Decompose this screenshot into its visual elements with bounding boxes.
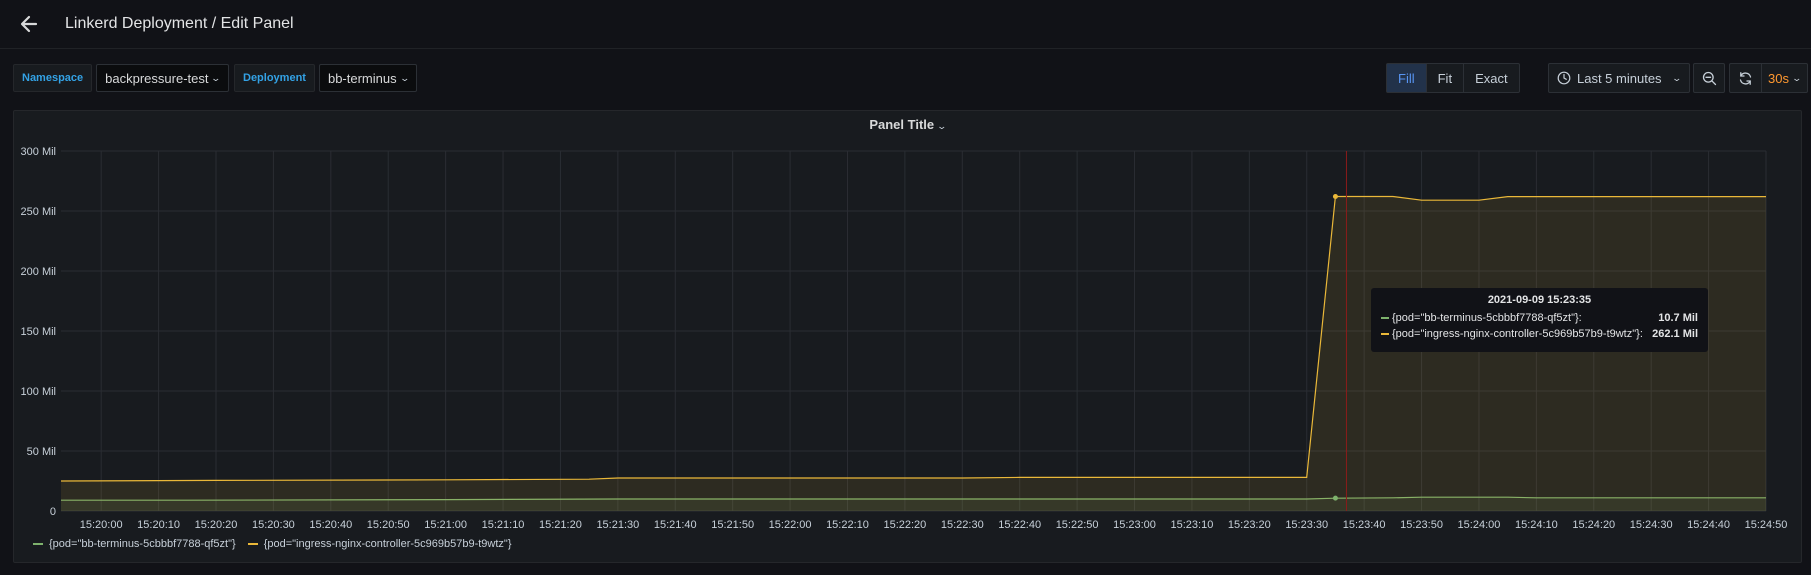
tooltip-series-name: {pod="ingress-nginx-controller-5c969b57b… — [1392, 328, 1643, 340]
tooltip-series-value: 10.7 Mil — [1658, 312, 1698, 324]
x-tick-label: 15:21:20 — [539, 519, 582, 531]
y-tick-label: 300 Mil — [21, 146, 56, 158]
hover-point — [1332, 495, 1338, 501]
x-tick-label: 15:22:30 — [941, 519, 984, 531]
tooltip-time: 2021-09-09 15:23:35 — [1487, 294, 1592, 306]
series-color-swatch — [247, 543, 258, 545]
y-tick-label: 0 — [50, 506, 56, 518]
series-color-swatch — [33, 543, 43, 545]
y-tick-label: 50 Mil — [27, 446, 56, 458]
legend-label: {pod="ingress-nginx-controller-5c969b57b… — [263, 538, 512, 550]
x-tick-label: 15:20:40 — [309, 519, 352, 531]
x-tick-label: 15:22:50 — [1056, 519, 1099, 531]
hover-point — [1332, 193, 1338, 199]
x-tick-label: 15:20:20 — [195, 519, 238, 531]
tooltip-row: {pod="ingress-nginx-controller-5c969b57b… — [1381, 326, 1698, 342]
series-area — [61, 196, 1766, 512]
x-tick-label: 15:21:00 — [424, 519, 467, 531]
legend-item[interactable]: {pod="bb-terminus-5cbbbf7788-qf5zt"} — [33, 538, 236, 550]
x-tick-label: 15:24:10 — [1515, 519, 1558, 531]
y-axis: 0 50 Mil 100 Mil 150 Mil 200 Mil 250 Mil 300 M… — [21, 146, 56, 518]
tooltip-row: {pod="bb-terminus-5cbbbf7788-qf5zt"}: 10… — [1381, 310, 1698, 326]
x-axis: 15:20:00 15:20:10 15:20:20 15:20:30 15:20:40… — [80, 519, 1788, 531]
tooltip-series-value: 262.1 Mil — [1652, 328, 1698, 340]
graph-tooltip: 2021-09-09 15:23:35 {pod="bb-terminus-5c… — [1371, 288, 1708, 352]
y-tick-label: 200 Mil — [21, 266, 56, 278]
x-tick-label: 15:20:30 — [252, 519, 295, 531]
x-tick-label: 15:22:20 — [883, 519, 926, 531]
x-tick-label: 15:21:30 — [596, 519, 639, 531]
x-tick-label: 15:22:40 — [998, 519, 1041, 531]
x-tick-label: 15:22:00 — [769, 519, 812, 531]
x-tick-label: 15:24:20 — [1572, 519, 1615, 531]
y-tick-label: 250 Mil — [21, 206, 56, 218]
x-tick-label: 15:21:40 — [654, 519, 697, 531]
x-tick-label: 15:23:30 — [1285, 519, 1328, 531]
x-tick-label: 15:23:00 — [1113, 519, 1156, 531]
x-tick-label: 15:20:00 — [80, 519, 123, 531]
x-tick-label: 15:24:50 — [1745, 519, 1788, 531]
series-color-swatch — [1381, 317, 1389, 319]
x-tick-label: 15:24:40 — [1687, 519, 1730, 531]
x-tick-label: 15:24:30 — [1630, 519, 1673, 531]
x-tick-label: 15:21:10 — [482, 519, 525, 531]
x-tick-label: 15:24:00 — [1458, 519, 1501, 531]
series-color-swatch — [1381, 333, 1389, 335]
x-tick-label: 15:23:40 — [1343, 519, 1386, 531]
x-tick-label: 15:23:10 — [1171, 519, 1214, 531]
y-tick-label: 150 Mil — [21, 326, 56, 338]
x-tick-label: 15:23:20 — [1228, 519, 1271, 531]
x-tick-label: 15:20:50 — [367, 519, 410, 531]
legend-label: {pod="bb-terminus-5cbbbf7788-qf5zt"} — [49, 538, 236, 550]
x-tick-label: 15:20:10 — [137, 519, 180, 531]
x-tick-label: 15:23:50 — [1400, 519, 1443, 531]
tooltip-series-name: {pod="bb-terminus-5cbbbf7788-qf5zt"}: — [1392, 312, 1582, 324]
x-tick-label: 15:21:50 — [711, 519, 754, 531]
y-tick-label: 100 Mil — [21, 386, 56, 398]
chart-series — [60, 195, 1766, 512]
chart-legend: {pod="bb-terminus-5cbbbf7788-qf5zt"} {po… — [33, 538, 512, 550]
x-tick-label: 15:22:10 — [826, 519, 869, 531]
legend-item[interactable]: {pod="ingress-nginx-controller-5c969b57b… — [247, 538, 512, 550]
